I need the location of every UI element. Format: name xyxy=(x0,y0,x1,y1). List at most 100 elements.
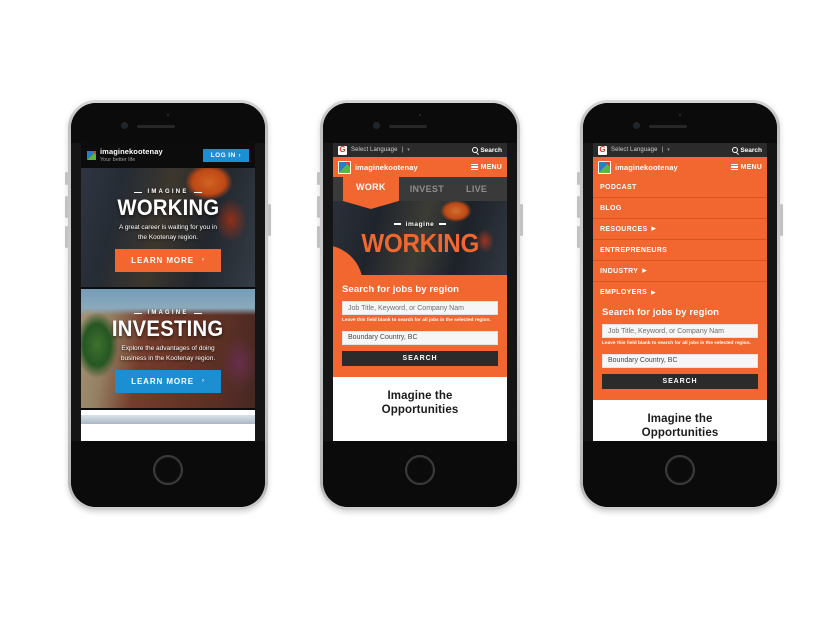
hero-content: imagine WORKING xyxy=(333,201,507,275)
promo-content: IMAGINE INVESTING Explore the advantages… xyxy=(81,289,255,408)
mute-switch[interactable] xyxy=(317,172,320,185)
search-submit-button[interactable]: SEARCH xyxy=(602,373,758,389)
search-link[interactable]: Search xyxy=(732,147,762,154)
band-title: Imagine the Opportunities xyxy=(593,413,767,440)
site-header: imaginekootenay Your better life LOG IN … xyxy=(81,143,255,168)
imaginekootenay-logo-icon[interactable] xyxy=(598,160,611,174)
chevron-down-icon[interactable]: ▾ xyxy=(667,147,670,153)
brand-block: imaginekootenay Your better life xyxy=(100,147,163,163)
brand-name: imaginekootenay xyxy=(615,162,678,172)
promo-content: IMAGINE WORKING A great career is waitin… xyxy=(81,168,255,287)
mobile-menu: PODCAST BLOG RESOURCES ▶ ENTREPRENEURS I… xyxy=(593,177,767,303)
phone-bottom-bezel xyxy=(583,441,777,507)
hamburger-icon xyxy=(731,163,739,171)
menu-item-entrepreneurs[interactable]: ENTREPRENEURS xyxy=(593,240,767,261)
menu-item-label: PODCAST xyxy=(600,183,637,191)
keyword-input[interactable]: Job Title, Keyword, or Company Nam xyxy=(602,324,758,338)
mute-switch[interactable] xyxy=(577,172,580,185)
promo-card-living[interactable] xyxy=(81,410,255,434)
band-title: Imagine the Opportunities xyxy=(333,390,507,417)
chevron-right-icon: › xyxy=(201,257,205,264)
phone-top-bezel xyxy=(583,103,777,143)
keyword-hint: Leave this field blank to search for all… xyxy=(342,318,491,323)
hero-eyebrow: imagine xyxy=(393,221,447,228)
region-select[interactable]: Boundary Country, BC xyxy=(342,330,498,345)
power-button[interactable] xyxy=(268,204,271,236)
hero-headline: WORKING xyxy=(361,227,479,258)
band-title-line1: Imagine the xyxy=(387,389,453,402)
opportunities-band: Imagine the Opportunities xyxy=(593,399,767,441)
power-button[interactable] xyxy=(780,204,783,236)
volume-down-button[interactable] xyxy=(577,226,580,248)
keyword-input[interactable]: Job Title, Keyword, or Company Nam xyxy=(342,301,498,315)
promo-card-working[interactable]: IMAGINE WORKING A great career is waitin… xyxy=(81,168,255,289)
brand-name: imaginekootenay xyxy=(355,162,418,172)
home-button[interactable] xyxy=(153,455,183,485)
google-translate-icon[interactable] xyxy=(598,145,607,155)
promo-headline: INVESTING xyxy=(112,316,224,342)
language-divider: | xyxy=(401,147,404,153)
image-highlight-band xyxy=(81,415,255,424)
brand-bar: imaginekootenay MENU xyxy=(593,157,767,177)
menu-item-blog[interactable]: BLOG xyxy=(593,198,767,219)
earpiece-speaker-icon xyxy=(389,125,427,128)
region-select[interactable]: Boundary Country, BC xyxy=(602,353,758,368)
job-search-form: Search for jobs by region Job Title, Key… xyxy=(333,275,507,377)
tab-invest[interactable]: INVEST xyxy=(399,177,455,201)
search-link[interactable]: Search xyxy=(472,147,502,154)
volume-up-button[interactable] xyxy=(577,196,580,218)
hero-banner: imagine WORKING xyxy=(333,201,507,275)
volume-up-button[interactable] xyxy=(65,196,68,218)
dash-right-icon xyxy=(193,191,202,193)
promo-card-investing[interactable]: IMAGINE INVESTING Explore the advantages… xyxy=(81,289,255,410)
power-button[interactable] xyxy=(520,204,523,236)
front-camera-icon xyxy=(633,122,640,129)
language-divider: | xyxy=(661,147,664,153)
volume-down-button[interactable] xyxy=(65,226,68,248)
menu-button[interactable]: MENU xyxy=(471,164,502,171)
learn-more-button-investing[interactable]: LEARN MORE › xyxy=(115,369,221,393)
search-form-title: Search for jobs by region xyxy=(602,307,720,318)
search-submit-button[interactable]: SEARCH xyxy=(342,350,498,366)
learn-more-button-working[interactable]: LEARN MORE › xyxy=(115,248,221,272)
language-bar: Select Language | ▾ Search xyxy=(593,143,767,157)
dash-right-icon xyxy=(193,312,202,314)
menu-item-employers[interactable]: EMPLOYERS ▶ xyxy=(593,282,767,303)
earpiece-speaker-icon xyxy=(137,125,175,128)
mute-switch[interactable] xyxy=(65,172,68,185)
menu-item-podcast[interactable]: PODCAST xyxy=(593,177,767,198)
menu-item-label: RESOURCES xyxy=(600,225,648,233)
tab-live[interactable]: LIVE xyxy=(455,177,498,201)
brand-tagline: Your better life xyxy=(100,156,136,163)
opportunities-band: Imagine the Opportunities xyxy=(333,376,507,441)
phone-body: imaginekootenay Your better life LOG IN … xyxy=(71,103,265,507)
ambient-sensor-icon xyxy=(167,114,169,116)
google-translate-icon[interactable] xyxy=(338,145,347,155)
imaginekootenay-logo-icon[interactable] xyxy=(87,151,96,160)
promo-description: A great career is waiting for you in the… xyxy=(119,224,217,241)
select-language-label[interactable]: Select Language xyxy=(351,147,398,153)
imaginekootenay-logo-icon[interactable] xyxy=(338,160,351,174)
log-in-label: LOG IN xyxy=(210,152,236,159)
section-tabs: WORK INVEST LIVE xyxy=(333,173,507,201)
volume-up-button[interactable] xyxy=(317,196,320,218)
phone-device-menu-open: Select Language | ▾ Search imaginekooten… xyxy=(577,100,783,510)
volume-down-button[interactable] xyxy=(317,226,320,248)
menu-item-label: BLOG xyxy=(600,204,622,212)
menu-item-resources[interactable]: RESOURCES ▶ xyxy=(593,219,767,240)
phone-body: Select Language | ▾ Search imaginekooten… xyxy=(583,103,777,507)
front-camera-icon xyxy=(121,122,128,129)
chevron-down-icon[interactable]: ▾ xyxy=(407,147,410,153)
menu-item-industry[interactable]: INDUSTRY ▶ xyxy=(593,261,767,282)
home-button[interactable] xyxy=(405,455,435,485)
learn-more-label: LEARN MORE xyxy=(131,376,194,386)
submenu-arrow-icon: ▶ xyxy=(651,289,656,296)
select-language-label[interactable]: Select Language xyxy=(611,147,658,153)
menu-button[interactable]: MENU xyxy=(731,164,762,171)
language-bar: Select Language | ▾ Search xyxy=(333,143,507,157)
home-button[interactable] xyxy=(665,455,695,485)
log-in-button[interactable]: LOG IN › xyxy=(202,149,249,162)
tab-work[interactable]: WORK xyxy=(343,173,399,201)
job-search-form: Search for jobs by region Job Title, Key… xyxy=(593,303,767,400)
brand-bar: imaginekootenay MENU xyxy=(333,157,507,177)
